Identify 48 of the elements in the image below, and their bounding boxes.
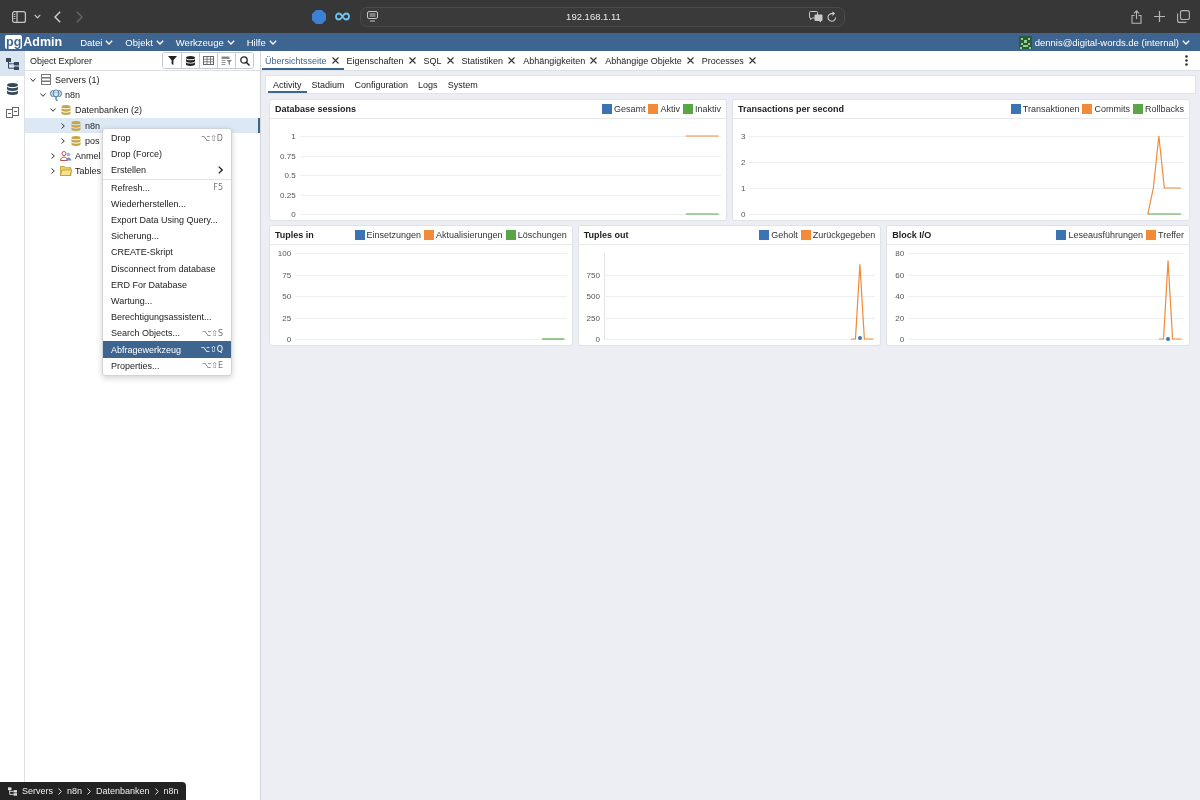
url-text: 192.168.1.11 (566, 11, 621, 22)
axis-label: 0 (739, 209, 746, 219)
axis-label: 50 (281, 291, 292, 301)
axis-label: 750 (585, 270, 600, 279)
legend-label: Treffer (1158, 230, 1184, 240)
axis-label: 75 (281, 270, 292, 279)
legend-label: Geholt (771, 230, 798, 240)
chart-title: Transactions per second (738, 104, 845, 114)
axis-label: 80 (894, 248, 905, 258)
axis-label: 0 (898, 334, 905, 344)
shortcut-label: F5 (213, 183, 223, 193)
shortcut-label: ⌥⇧E (202, 361, 223, 371)
axis-label: 0.25 (279, 190, 296, 199)
axis-label: 0.75 (279, 151, 296, 160)
legend-label: Transaktionen (1022, 104, 1080, 114)
legend-label: Zurückgegeben (812, 230, 876, 240)
axis-label: 25 (281, 313, 292, 322)
axis-label: 1 (739, 183, 746, 193)
axis-label: 60 (894, 270, 905, 279)
axis-label: 2 (739, 157, 746, 167)
legend-label: Aktualisierungen (436, 230, 503, 240)
panel-title: Object Explorer (30, 55, 93, 66)
chart-title: Block I/O (892, 230, 932, 240)
shortcut-label: ⌥⇧Q (200, 345, 223, 355)
axis-label: 250 (585, 313, 600, 322)
axis-label: 0 (285, 334, 292, 344)
legend-label: Inaktiv (695, 104, 721, 114)
axis-label: 0 (290, 209, 296, 219)
legend-label: Rollbacks (1145, 104, 1184, 114)
axis-label: 1 (290, 131, 296, 141)
legend-label: Einsetzungen (366, 230, 422, 240)
axis-label: 0 (594, 334, 600, 344)
app-logo: pg Admin (5, 35, 63, 49)
chart-title: Tuples in (275, 230, 314, 240)
legend-label: Löschungen (517, 230, 567, 240)
axis-label: 100 (276, 248, 292, 258)
legend-label: Leseausführungen (1068, 230, 1143, 240)
axis-label: 40 (894, 291, 905, 301)
axis-label: 500 (585, 291, 600, 301)
axis-label: 0.5 (283, 170, 296, 180)
legend-label: Aktiv (660, 104, 680, 114)
chart-title: Database sessions (275, 104, 357, 114)
shortcut-label: ⌥⇧D (200, 133, 223, 143)
axis-label: 20 (894, 313, 905, 322)
axis-label: 3 (739, 131, 746, 141)
shortcut-label: ⌥⇧S (202, 328, 223, 338)
chart-title: Tuples out (583, 230, 629, 240)
legend-label: Commits (1094, 104, 1130, 114)
